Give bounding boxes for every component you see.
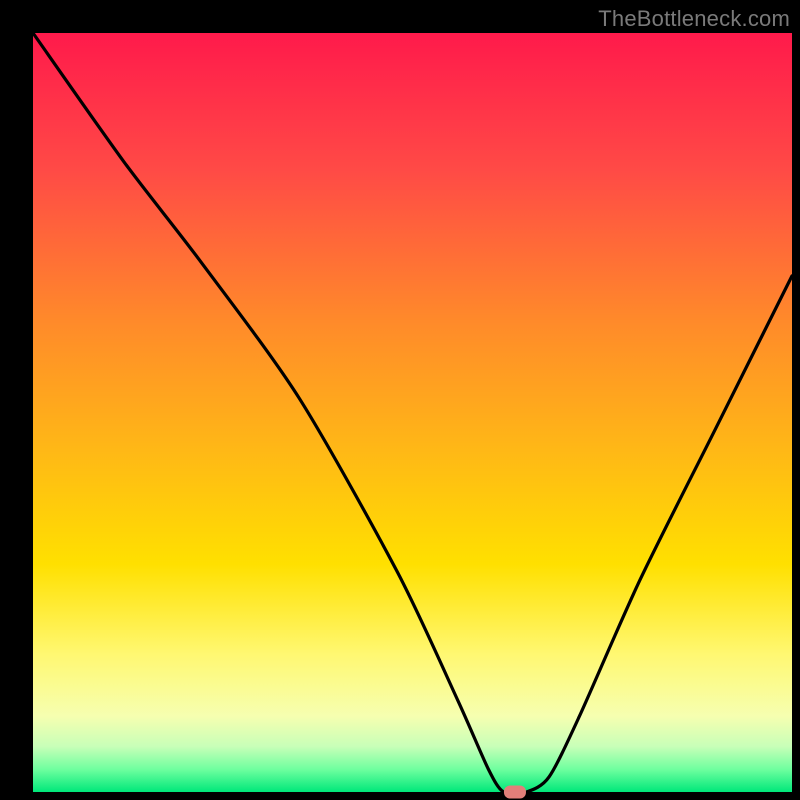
watermark-text: TheBottleneck.com	[598, 6, 790, 32]
chart-frame: TheBottleneck.com	[0, 0, 800, 800]
optimal-marker	[504, 786, 526, 799]
chart-svg	[0, 0, 800, 800]
plot-background	[33, 33, 792, 792]
